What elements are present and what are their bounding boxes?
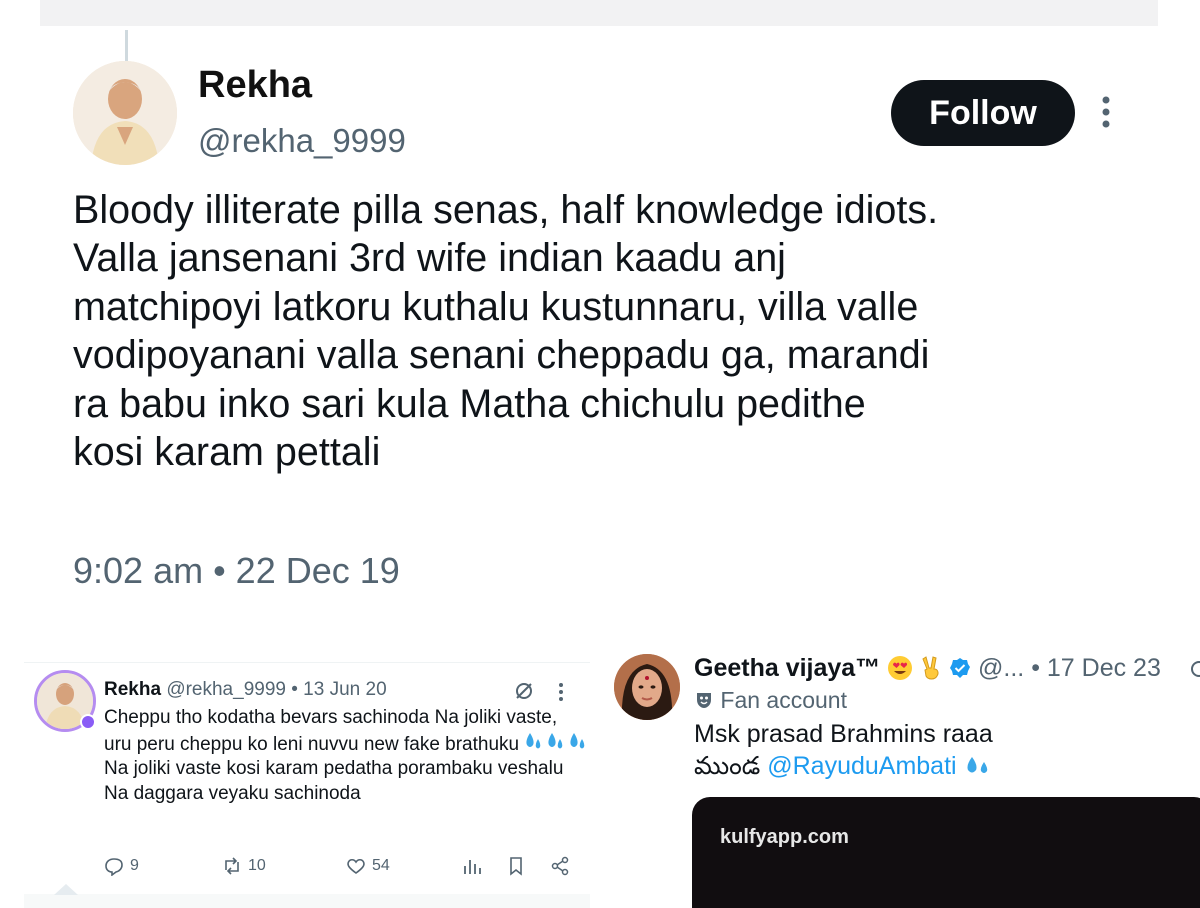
repost-button[interactable]: 10	[222, 856, 266, 876]
author-name[interactable]: Geetha vijaya™	[694, 654, 880, 682]
card-footer	[24, 894, 590, 908]
share-icon	[551, 856, 569, 876]
views-button[interactable]	[462, 856, 482, 876]
tweet-text-line: Msk prasad Brahmins raaa	[694, 720, 993, 748]
caret-icon	[54, 882, 78, 895]
like-count: 54	[372, 857, 390, 874]
account-label: Fan account	[694, 687, 847, 714]
avatar[interactable]	[614, 654, 680, 720]
more-icon[interactable]	[1096, 94, 1116, 134]
tweet-text: Cheppu tho kodatha bevars sachinoda Na j…	[104, 706, 585, 806]
like-button[interactable]: 54	[346, 856, 390, 876]
mention-link[interactable]: @RayuduAmbati	[767, 752, 956, 780]
media-preview[interactable]	[692, 797, 1200, 908]
bookmark-button[interactable]	[506, 856, 526, 876]
handle-and-date[interactable]: @... • 17 Dec 23	[978, 654, 1161, 682]
tweet-text-line: Cheppu tho kodatha bevars sachinoda Na j…	[104, 707, 558, 755]
tweet-text-line: Na joliki vaste kosi karam pedatha poram…	[104, 758, 564, 804]
tweet-text-prefix: ముండ	[694, 752, 768, 780]
verified-badge-icon	[949, 657, 971, 679]
sweat-droplets-emoji	[964, 753, 994, 775]
author-name[interactable]: Rekha	[198, 64, 312, 107]
tweet-text: Msk prasad Brahmins raaa ముండ @RayuduAmb…	[694, 718, 994, 782]
status-badge	[80, 714, 96, 730]
views-icon	[464, 860, 481, 874]
heart-eyes-emoji	[887, 654, 920, 682]
tweet-text: Bloody illiterate pilla senas, half know…	[73, 188, 939, 475]
victory-hand-emoji	[920, 654, 949, 682]
tweet-timestamp[interactable]: 9:02 am • 22 Dec 19	[73, 550, 400, 592]
reply-button[interactable]: 9	[104, 856, 139, 876]
follow-button[interactable]: Follow	[891, 80, 1075, 146]
thread-line	[125, 30, 128, 62]
label-text: Fan account	[720, 687, 847, 713]
tweet-header: Rekha @rekha_9999 • 13 Jun 20	[104, 679, 387, 701]
theater-masks-icon	[694, 687, 720, 713]
grok-icon[interactable]	[1188, 658, 1200, 680]
grok-icon[interactable]	[513, 680, 535, 702]
avatar[interactable]	[73, 61, 177, 165]
author-handle[interactable]: @rekha_9999	[198, 122, 406, 160]
media-url: kulfyapp.com	[720, 826, 849, 848]
share-button[interactable]	[550, 856, 570, 876]
reply-count: 9	[130, 857, 139, 874]
previous-card-edge	[40, 0, 1158, 26]
like-icon	[347, 858, 365, 874]
author-name[interactable]: Rekha	[104, 679, 161, 700]
tweet-header: Geetha vijaya™ @... • 17 Dec 23	[694, 654, 1161, 683]
more-icon[interactable]	[556, 682, 566, 702]
bookmark-icon	[510, 857, 522, 876]
reply-icon	[105, 858, 123, 876]
sweat-droplets-emoji	[524, 731, 585, 753]
repost-count: 10	[248, 857, 266, 874]
handle-and-date[interactable]: @rekha_9999 • 13 Jun 20	[166, 679, 386, 700]
repost-icon	[225, 857, 239, 875]
